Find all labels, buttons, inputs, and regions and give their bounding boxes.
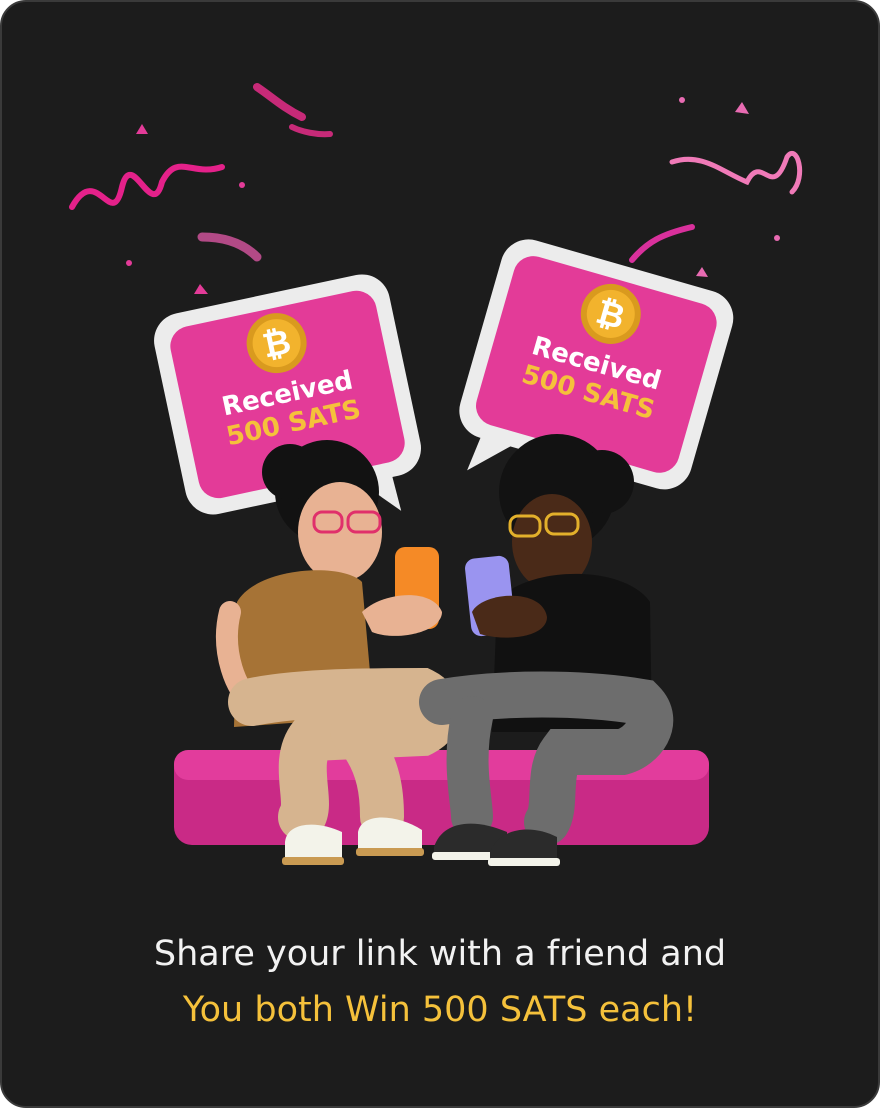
caption-line-2: You both Win 500 SATS each!: [182, 990, 698, 1030]
referral-card: ₿ Received 500 SATS ₿ Received 500 SATS: [0, 0, 880, 1108]
confetti: [69, 83, 803, 294]
caption-line-1: Share your link with a friend and: [153, 934, 727, 974]
